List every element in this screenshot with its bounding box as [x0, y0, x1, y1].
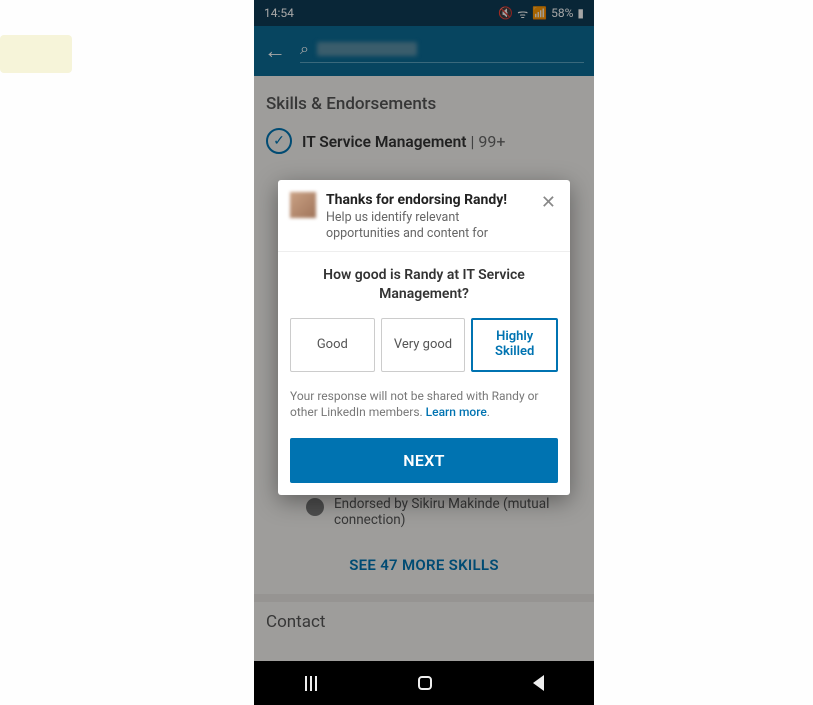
option-very-good[interactable]: Very good	[381, 318, 466, 372]
disclaimer-text: Your response will not be shared with Ra…	[290, 388, 558, 420]
modal-question: How good is Randy at IT Service Manageme…	[290, 266, 558, 304]
modal-subtitle: Help us identify relevant opportunities …	[326, 210, 529, 241]
back-button[interactable]	[533, 675, 544, 691]
learn-more-link[interactable]: Learn more	[426, 405, 487, 419]
endorsement-modal: Thanks for endorsing Randy! Help us iden…	[278, 180, 570, 495]
recents-button[interactable]	[305, 676, 317, 691]
android-navbar	[254, 661, 594, 705]
rating-options: Good Very good Highly Skilled	[290, 318, 558, 372]
avatar	[290, 192, 316, 218]
modal-header: Thanks for endorsing Randy! Help us iden…	[278, 180, 570, 252]
home-button[interactable]	[418, 676, 432, 690]
modal-title: Thanks for endorsing Randy!	[326, 192, 529, 208]
phone-frame: 14:54 🔇 ᯤ 📶 58% ▮ ← ⌕ Skills & Endorseme…	[254, 0, 594, 705]
close-icon[interactable]: ✕	[539, 192, 558, 241]
option-highly-skilled[interactable]: Highly Skilled	[471, 318, 558, 372]
next-button[interactable]: NEXT	[290, 438, 558, 483]
option-good[interactable]: Good	[290, 318, 375, 372]
